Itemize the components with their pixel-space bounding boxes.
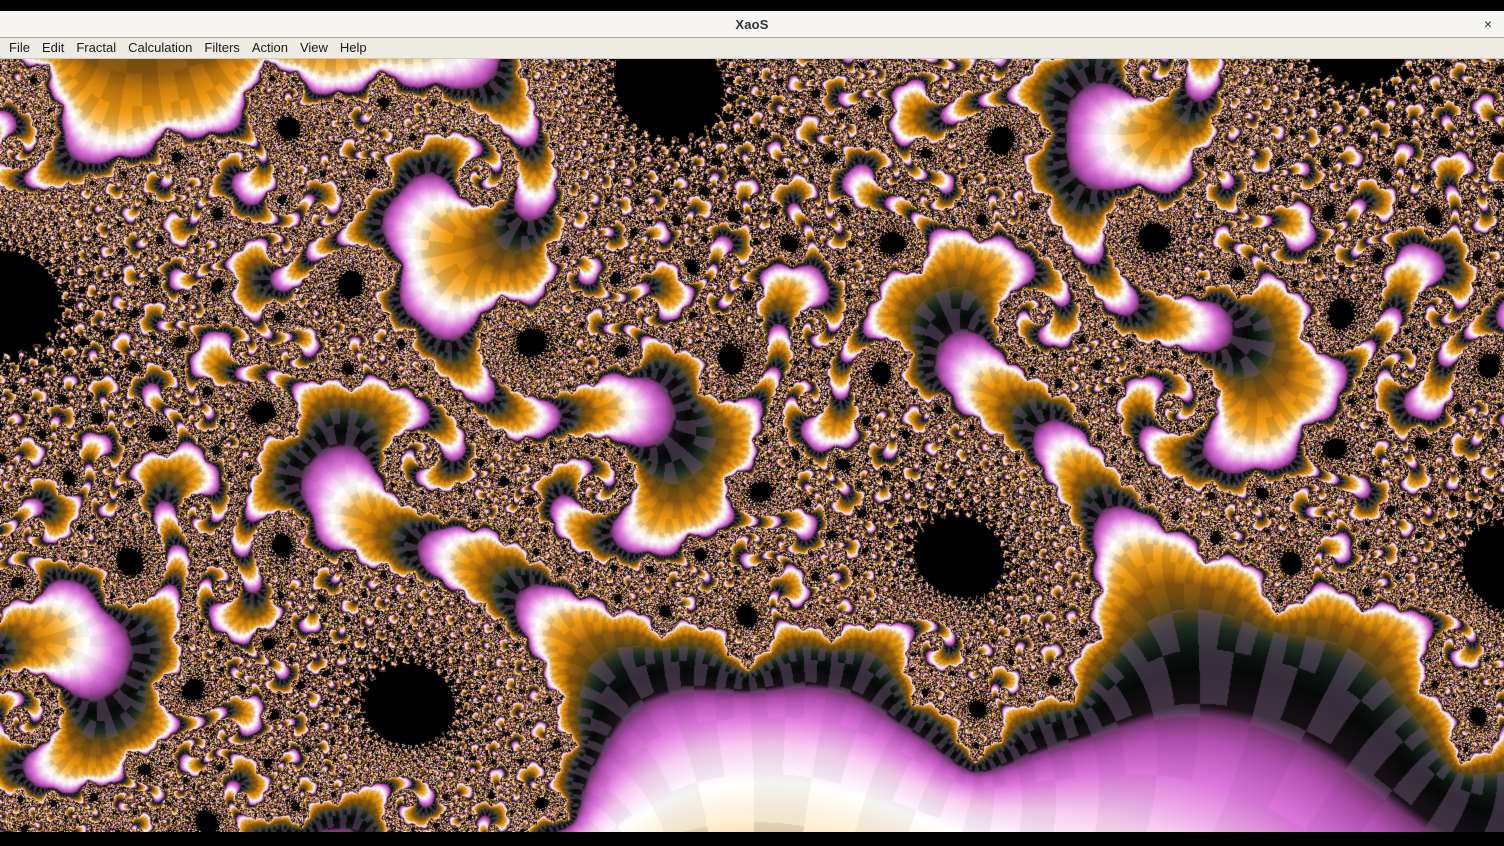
- menu-filters[interactable]: Filters: [199, 39, 244, 57]
- menu-file[interactable]: File: [4, 39, 35, 57]
- menu-bar: File Edit Fractal Calculation Filters Ac…: [0, 38, 1504, 59]
- screen-letterbox-top: [0, 0, 1504, 11]
- menu-help[interactable]: Help: [335, 39, 372, 57]
- close-button[interactable]: ×: [1478, 14, 1498, 34]
- close-icon: ×: [1484, 16, 1492, 32]
- menu-calculation[interactable]: Calculation: [123, 39, 197, 57]
- fractal-canvas[interactable]: [0, 59, 1504, 832]
- window-titlebar: XaoS ×: [0, 11, 1504, 38]
- menu-fractal[interactable]: Fractal: [71, 39, 121, 57]
- menu-view[interactable]: View: [295, 39, 333, 57]
- screen-letterbox-bottom: [0, 832, 1504, 846]
- menu-edit[interactable]: Edit: [37, 39, 69, 57]
- menu-action[interactable]: Action: [247, 39, 293, 57]
- window-title: XaoS: [735, 17, 768, 32]
